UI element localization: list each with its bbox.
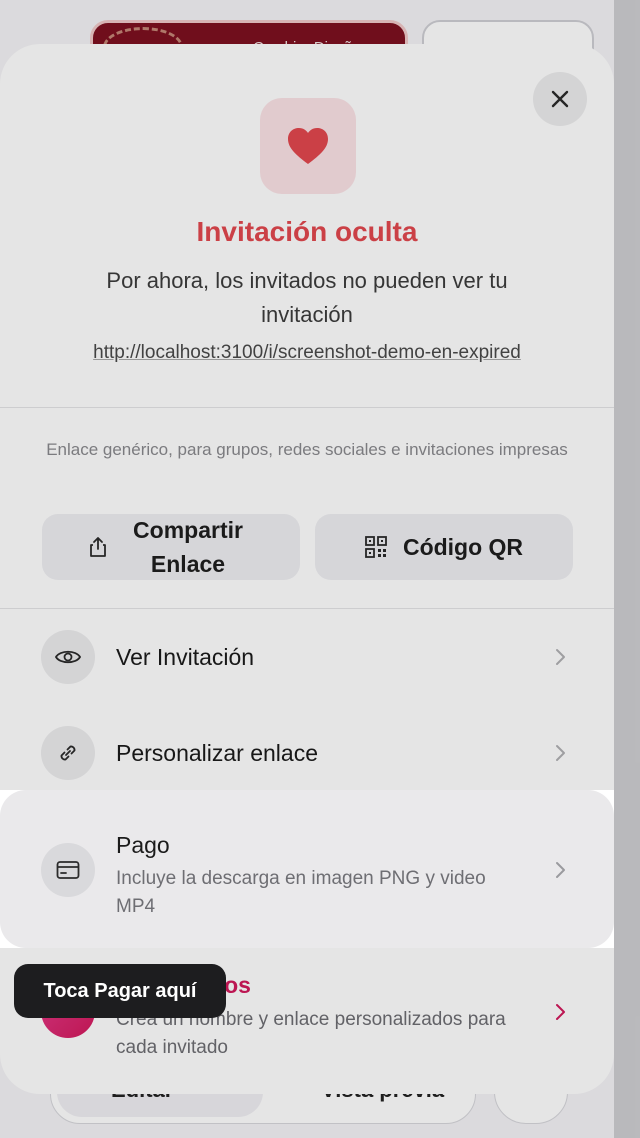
- payment-row[interactable]: Pago Incluye la descarga en imagen PNG y…: [0, 790, 614, 948]
- pay-hint-tooltip: Toca Pagar aquí: [14, 964, 226, 1018]
- credit-card-icon: [56, 861, 80, 879]
- credit-card-icon-circle: [41, 843, 95, 897]
- payment-label: Pago: [116, 832, 170, 858]
- overlay-dim: [0, 0, 640, 790]
- payment-description: Incluye la descarga en imagen PNG y vide…: [116, 868, 486, 917]
- overlay-dim: [614, 790, 640, 948]
- chevron-right-icon: [556, 862, 565, 878]
